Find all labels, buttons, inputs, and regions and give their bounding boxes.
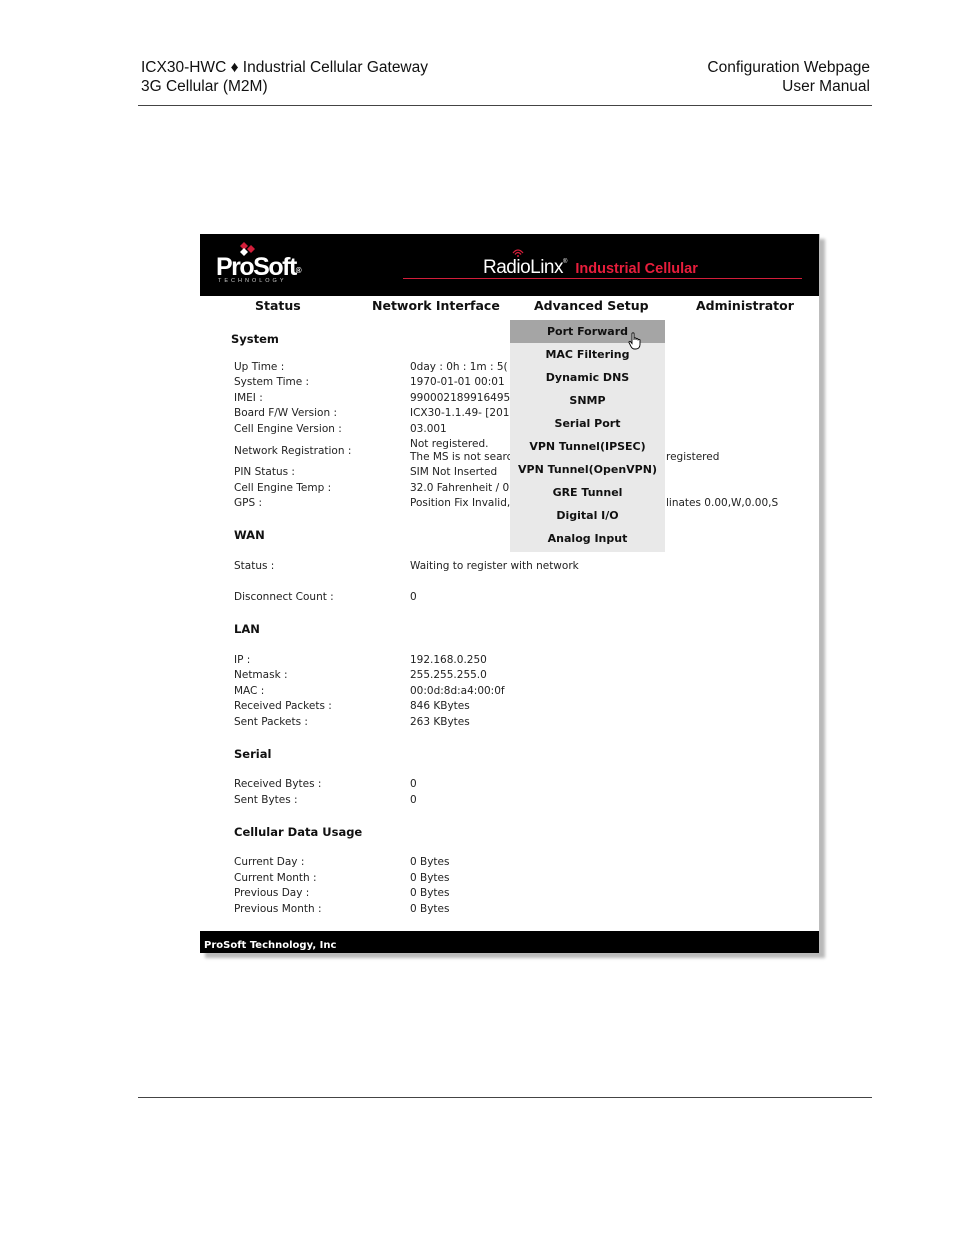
value-gps-tail: linates 0.00,W,0.00,S [666, 497, 779, 509]
footer-company: ProSoft Technology, Inc [204, 940, 337, 951]
section-title-lan: LAN [234, 622, 260, 636]
document-header-right: Configuration Webpage User Manual [707, 58, 870, 96]
menu-item-gre-tunnel[interactable]: GRE Tunnel [510, 481, 665, 504]
label-ip: IP : [234, 654, 251, 666]
label-received-bytes: Received Bytes : [234, 778, 322, 790]
label-sent-packets: Sent Packets : [234, 716, 308, 728]
value-mac: 00:0d:8d:a4:00:0f [410, 685, 505, 697]
menu-item-vpn-tunnel-ipsec[interactable]: VPN Tunnel(IPSEC) [510, 435, 665, 458]
section-title-system: System [231, 332, 279, 346]
label-cell-engine-temp: Cell Engine Temp : [234, 482, 332, 494]
label-previous-day: Previous Day : [234, 887, 310, 899]
menu-item-digital-io[interactable]: Digital I/O [510, 504, 665, 527]
value-wan-status: Waiting to register with network [410, 560, 579, 572]
value-previous-day: 0 Bytes [410, 887, 450, 899]
header-product-title: ICX30-HWC ♦ Industrial Cellular Gateway [141, 59, 428, 76]
menu-item-analog-input[interactable]: Analog Input [510, 527, 665, 550]
value-received-bytes: 0 [410, 778, 417, 790]
label-cell-engine-version: Cell Engine Version : [234, 423, 342, 435]
value-received-packets: 846 KBytes [410, 700, 470, 712]
footer-rule [138, 1097, 872, 1098]
value-cell-engine-temp: 32.0 Fahrenheit / 0 [410, 482, 510, 494]
value-system-time: 1970-01-01 00:01 [410, 376, 505, 388]
document-header-left: ICX30-HWC ♦ Industrial Cellular Gateway … [141, 58, 428, 96]
web-ui-screenshot: ProSoft® TECHNOLOGY RadioLinx® Industria… [200, 234, 820, 953]
value-netmask: 255.255.255.0 [410, 669, 487, 681]
value-network-registration: Not registered. [410, 438, 489, 450]
menu-item-dynamic-dns[interactable]: Dynamic DNS [510, 366, 665, 389]
value-disconnect-count: 0 [410, 591, 417, 603]
value-network-registration-tail: registered [666, 451, 720, 463]
footer-bar: ProSoft Technology, Inc [200, 931, 819, 953]
section-title-serial: Serial [234, 747, 272, 761]
value-cell-engine-version: 03.001 [410, 423, 447, 435]
value-pin-status: SIM Not Inserted [410, 466, 498, 478]
value-gps: Position Fix Invalid, [410, 497, 511, 509]
section-title-cellular-data-usage: Cellular Data Usage [234, 825, 363, 839]
label-pin-status: PIN Status : [234, 466, 295, 478]
advanced-setup-dropdown: Port Forward MAC Filtering Dynamic DNS S… [510, 320, 665, 552]
value-imei: 990002189916495 [410, 392, 511, 404]
label-system-time: System Time : [234, 376, 310, 388]
hand-cursor-icon [628, 332, 641, 350]
label-netmask: Netmask : [234, 669, 288, 681]
value-sent-bytes: 0 [410, 794, 417, 806]
menu-item-snmp[interactable]: SNMP [510, 389, 665, 412]
label-mac: MAC : [234, 685, 265, 697]
value-ip: 192.168.0.250 [410, 654, 487, 666]
menu-item-vpn-tunnel-openvpn[interactable]: VPN Tunnel(OpenVPN) [510, 458, 665, 481]
label-wan-status: Status : [234, 560, 275, 572]
label-sent-bytes: Sent Bytes : [234, 794, 298, 806]
label-up-time: Up Time : [234, 361, 285, 373]
value-network-registration-detail: The MS is not searc [410, 451, 513, 463]
value-current-month: 0 Bytes [410, 872, 450, 884]
label-disconnect-count: Disconnect Count : [234, 591, 334, 603]
header-rule [138, 105, 872, 106]
label-previous-month: Previous Month : [234, 903, 322, 915]
label-received-packets: Received Packets : [234, 700, 332, 712]
label-gps: GPS : [234, 497, 263, 509]
label-board-fw-version: Board F/W Version : [234, 407, 337, 419]
header-product-subtitle: 3G Cellular (M2M) [141, 78, 268, 95]
value-sent-packets: 263 KBytes [410, 716, 470, 728]
label-imei: IMEI : [234, 392, 263, 404]
header-section-title: Configuration Webpage [707, 59, 870, 76]
value-up-time: 0day : 0h : 1m : 5( [410, 361, 508, 373]
section-title-wan: WAN [234, 528, 265, 542]
value-previous-month: 0 Bytes [410, 903, 450, 915]
label-network-registration: Network Registration : [234, 445, 352, 457]
value-board-fw-version: ICX30-1.1.49- [201 [410, 407, 510, 419]
menu-item-serial-port[interactable]: Serial Port [510, 412, 665, 435]
value-current-day: 0 Bytes [410, 856, 450, 868]
label-current-day: Current Day : [234, 856, 305, 868]
header-manual-title: User Manual [782, 78, 870, 95]
label-current-month: Current Month : [234, 872, 317, 884]
